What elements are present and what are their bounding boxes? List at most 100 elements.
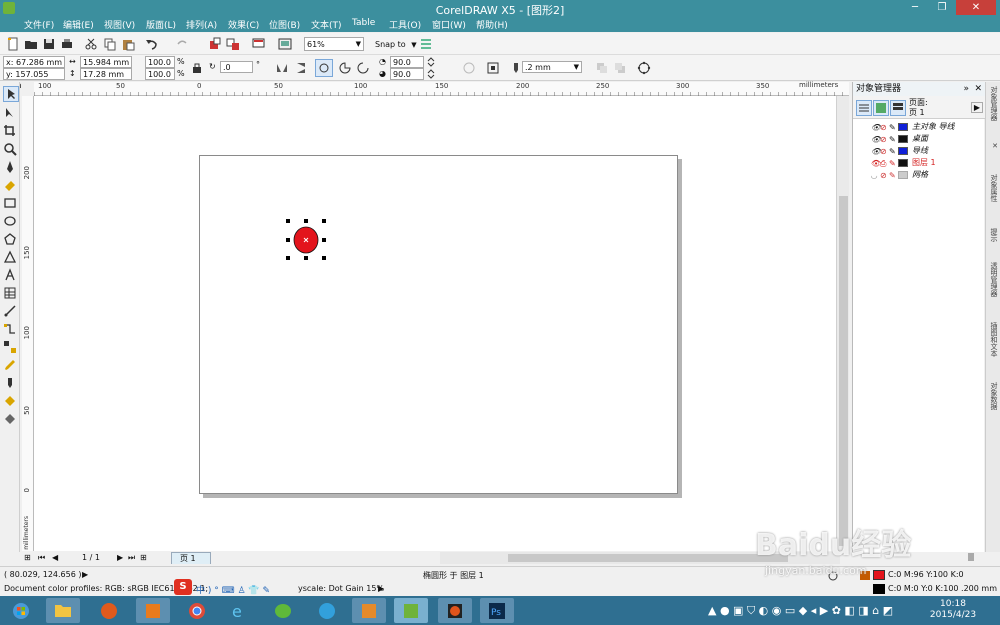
- export-icon[interactable]: [226, 37, 240, 51]
- drawing-page[interactable]: [199, 155, 678, 494]
- import-icon[interactable]: [208, 37, 222, 51]
- layer-row-desktop[interactable]: 👁⊘ ✎ 桌面: [871, 133, 928, 145]
- taskbar-app-blue[interactable]: [310, 598, 344, 623]
- printer-icon[interactable]: ⊘: [880, 147, 888, 156]
- layer-color-swatch[interactable]: [898, 170, 908, 179]
- layer-color-swatch[interactable]: [898, 146, 908, 155]
- arc-mode-icon[interactable]: [356, 61, 370, 75]
- save-icon[interactable]: [42, 37, 56, 51]
- height-field[interactable]: 17.28 mm: [80, 68, 132, 80]
- pie-mode-icon[interactable]: [338, 61, 352, 75]
- color-eyedropper-tool-icon[interactable]: [3, 358, 17, 372]
- docker-tab-insert-text[interactable]: 插图和文本: [988, 322, 999, 357]
- first-page-icon[interactable]: ⏮: [38, 553, 45, 563]
- mirror-vertical-icon[interactable]: [294, 61, 308, 75]
- paste-icon[interactable]: [121, 37, 135, 51]
- zoom-level-select[interactable]: 61% ▼: [304, 37, 364, 51]
- layer-row-layer-1[interactable]: 👁⎙ ✎ 图层 1: [871, 157, 936, 169]
- system-tray-icons[interactable]: ▲ ● ▣ ⛉ ◐ ◉ ▭ ◆ ◂ ▶ ✿ ◧ ◨ ⌂ ◩: [708, 604, 893, 618]
- menu-view[interactable]: 视图(V): [104, 18, 135, 31]
- rectangle-tool-icon[interactable]: [3, 196, 17, 210]
- start-angle-stepper-icon[interactable]: [426, 57, 436, 67]
- eye-icon[interactable]: 👁: [871, 135, 881, 144]
- menu-window[interactable]: 窗口(W): [432, 18, 466, 31]
- x-position-field[interactable]: x: 67.286 mm: [3, 56, 65, 68]
- vertical-scrollbar[interactable]: [836, 96, 849, 551]
- pencil-icon[interactable]: ✎: [889, 135, 897, 144]
- direction-icon[interactable]: [462, 61, 476, 75]
- restore-button[interactable]: ❐: [929, 0, 955, 15]
- start-button[interactable]: [6, 598, 36, 623]
- start-angle-field[interactable]: 90.0: [390, 56, 424, 68]
- close-tab-icon[interactable]: ✕: [988, 142, 999, 150]
- freehand-tool-icon[interactable]: [3, 160, 17, 174]
- taskbar-pdf[interactable]: [352, 598, 386, 623]
- interactive-fill-tool-icon[interactable]: [3, 412, 17, 426]
- pencil-icon[interactable]: ✎: [889, 147, 897, 156]
- cut-icon[interactable]: [84, 37, 98, 51]
- menu-text[interactable]: 文本(T): [311, 18, 342, 31]
- page-tab-1[interactable]: 页 1: [171, 552, 211, 564]
- to-front-icon[interactable]: [595, 61, 609, 75]
- profile-arrow-icon[interactable]: ▶: [378, 584, 384, 593]
- y-position-field[interactable]: y: 157.055 mm: [3, 68, 65, 90]
- menu-arrange[interactable]: 排列(A): [186, 18, 217, 31]
- pencil-icon[interactable]: ✎: [889, 159, 897, 168]
- vertical-scroll-thumb[interactable]: [839, 196, 848, 546]
- eye-icon[interactable]: 👁: [871, 159, 881, 168]
- menu-file[interactable]: 文件(F): [24, 18, 54, 31]
- menu-table[interactable]: Table: [352, 18, 375, 28]
- horizontal-ruler[interactable]: 100 50 0 50 100 150 200 250 300 350 mill…: [34, 81, 849, 96]
- end-angle-stepper-icon[interactable]: [426, 69, 436, 79]
- new-document-icon[interactable]: [6, 37, 20, 51]
- docker-close-icon[interactable]: ✕: [974, 82, 982, 96]
- pencil-icon[interactable]: ✎: [889, 171, 897, 180]
- printer-icon[interactable]: ⊘: [880, 171, 888, 180]
- welcome-screen-icon[interactable]: [278, 37, 292, 51]
- outline-width-select[interactable]: .2 mm ▼: [522, 61, 582, 73]
- layer-manager-view-icon[interactable]: [890, 100, 906, 116]
- taskbar-clock[interactable]: 10:18 2015/4/23: [928, 599, 978, 621]
- width-field[interactable]: 15.984 mm: [80, 56, 132, 68]
- selected-ellipse[interactable]: [283, 216, 331, 264]
- table-tool-icon[interactable]: [3, 286, 17, 300]
- layer-color-swatch[interactable]: [898, 134, 908, 143]
- printer-icon[interactable]: ⊘: [880, 135, 888, 144]
- vertical-ruler[interactable]: 200 150 100 50 0 millimeters: [22, 96, 34, 551]
- fill-tool-icon[interactable]: [3, 394, 17, 408]
- menu-help[interactable]: 帮助(H): [476, 18, 508, 31]
- blend-tool-icon[interactable]: [3, 340, 17, 354]
- pencil-icon[interactable]: ✎: [889, 123, 897, 132]
- ellipse-mode-button[interactable]: [315, 59, 333, 77]
- next-page-icon[interactable]: ▶: [117, 553, 123, 562]
- taskbar-app-browser[interactable]: [92, 598, 126, 623]
- eye-icon[interactable]: 👁: [871, 147, 881, 156]
- taskbar-ie[interactable]: e: [222, 598, 256, 623]
- show-properties-icon[interactable]: [856, 100, 872, 116]
- scale-y-field[interactable]: 100.0: [145, 68, 175, 80]
- wrap-text-icon[interactable]: [486, 61, 500, 75]
- layer-row-master-guides[interactable]: 👁⊘ ✎ 主对象 导线: [871, 121, 955, 133]
- previous-page-icon[interactable]: ◀: [52, 553, 58, 562]
- taskbar-office[interactable]: [136, 598, 170, 623]
- mirror-horizontal-icon[interactable]: [275, 61, 289, 75]
- docker-tab-object-properties[interactable]: 对象属性: [988, 174, 999, 202]
- printer-icon[interactable]: ⊘: [880, 123, 888, 132]
- status-arrow-icon[interactable]: ▶: [82, 570, 88, 579]
- outline-pen-icon[interactable]: [509, 61, 523, 75]
- menu-edit[interactable]: 编辑(E): [63, 18, 94, 31]
- docker-tab-hints[interactable]: 提示: [988, 228, 999, 242]
- grayscale-profile-info[interactable]: yscale: Dot Gain 15%: [298, 584, 384, 593]
- ime-toolbar-icons[interactable]: 中 ) ° ⌨ ♙ 👕 ✎: [196, 583, 270, 596]
- close-button[interactable]: ✕: [956, 0, 996, 15]
- add-page-icon[interactable]: ⊞: [24, 553, 31, 562]
- snap-to-button[interactable]: Snap to ▼: [375, 40, 417, 49]
- last-page-icon[interactable]: ⏭: [128, 553, 135, 563]
- minimize-button[interactable]: ─: [902, 0, 928, 15]
- rotation-field[interactable]: .0: [220, 61, 253, 73]
- docker-tab-transparency[interactable]: 透明管理器: [988, 262, 999, 297]
- layer-row-guides[interactable]: 👁⊘ ✎ 导线: [871, 145, 928, 157]
- docker-tab-object-manager[interactable]: 对象管理器: [988, 86, 999, 121]
- lock-ratio-icon[interactable]: [190, 61, 204, 75]
- convert-to-curves-icon[interactable]: [637, 61, 651, 75]
